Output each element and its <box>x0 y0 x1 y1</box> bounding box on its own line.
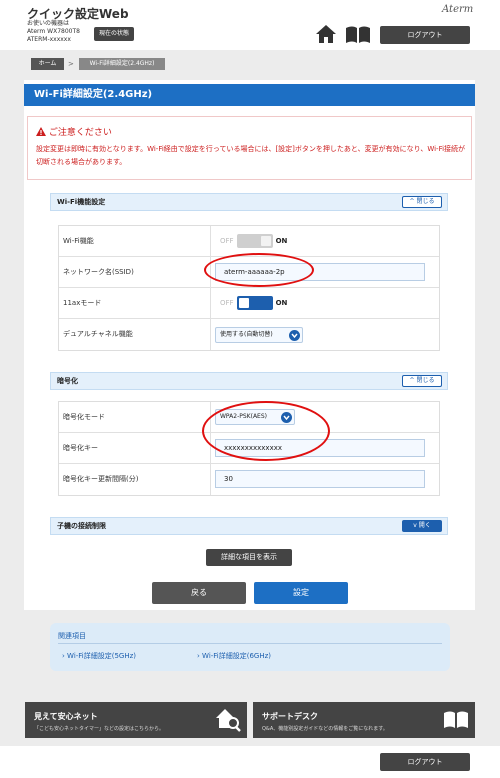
dual-channel-select[interactable]: 使用する(自動切替) <box>215 327 303 343</box>
banner-safe-net[interactable]: 見えて安心ネット 「こども安心ネットタイマー」などの設定はこちらから。 <box>25 702 247 738</box>
chevron-up-icon: ^ <box>409 377 415 384</box>
logout-button-footer[interactable]: ログアウト <box>380 753 470 771</box>
breadcrumb-current: Wi-Fi詳細設定(2.4GHz) <box>79 58 165 70</box>
row-divider <box>210 288 211 319</box>
section-child-header: 子機の接続制限 <box>50 517 448 535</box>
ax-mode-label: 11axモード <box>63 299 102 307</box>
notice-text: 設定変更は即時に有効となります。Wi-Fi経由で設定を行っている場合には、[設定… <box>36 145 466 166</box>
banner-support-title: サポートデスク <box>262 712 318 721</box>
row-divider <box>210 226 211 257</box>
device-info-line: お使いの機器は <box>27 20 70 27</box>
chevron-down-icon: v <box>413 522 417 529</box>
chevron-down-icon <box>289 330 300 341</box>
table-row: デュアルチャネル機能 使用する(自動切替) <box>59 319 439 350</box>
toggle-on-label: ON <box>275 237 288 245</box>
banner-safe-net-sub: 「こども安心ネットタイマー」などの設定はこちらから。 <box>34 726 165 732</box>
section-wifi-collapse-button[interactable]: ^ 閉じる <box>402 196 442 208</box>
chevron-right-icon: › <box>62 652 65 660</box>
dual-channel-label: デュアルチャネル機能 <box>63 330 133 338</box>
chevron-right-icon: › <box>197 652 200 660</box>
related-title: 関連項目 <box>58 632 86 640</box>
device-info: お使いの機器は Aterm WX7800T8 ATERM-xxxxxx <box>27 20 80 44</box>
chevron-up-icon: ^ <box>409 198 415 205</box>
banner-support-desk[interactable]: サポートデスク Q&A、機能別設定ガイドなどの情報をご覧になれます。 <box>253 702 475 738</box>
show-details-button[interactable]: 詳細な項目を表示 <box>206 549 292 566</box>
wifi-function-label: Wi-Fi機能 <box>63 237 94 245</box>
notice-title-text: ご注意ください <box>48 128 112 138</box>
home-search-icon <box>215 708 241 734</box>
toggle-track <box>236 234 273 248</box>
crypto-key-label: 暗号化キー <box>63 444 98 452</box>
crypto-mode-label: 暗号化モード <box>63 413 105 421</box>
row-divider <box>210 464 211 495</box>
logout-button[interactable]: ログアウト <box>380 26 470 44</box>
section-wifi-title: Wi-Fi機能設定 <box>57 198 106 206</box>
key-interval-label: 暗号化キー更新間隔(分) <box>63 475 139 483</box>
breadcrumb-home[interactable]: ホーム <box>31 58 64 70</box>
ssid-label: ネットワーク名(SSID) <box>63 268 134 276</box>
section-child-expand-button[interactable]: v 開く <box>402 520 442 532</box>
breadcrumb-separator: > <box>68 60 74 68</box>
key-interval-input[interactable]: 30 <box>215 470 425 488</box>
warning-icon <box>36 127 46 139</box>
related-link-6ghz[interactable]: › Wi-Fi詳細設定(6GHz) <box>197 651 271 661</box>
device-model: Aterm WX7800T8 <box>27 28 80 35</box>
brand-logo: Aterm <box>442 4 474 15</box>
set-button[interactable]: 設定 <box>254 582 348 604</box>
related-link-6ghz-label: Wi-Fi詳細設定(6GHz) <box>202 652 272 660</box>
table-row: 11axモード OFF ON <box>59 288 439 319</box>
expand-label: 開く <box>418 522 431 529</box>
highlight-ring-crypto <box>202 401 330 461</box>
related-link-5ghz[interactable]: › Wi-Fi詳細設定(5GHz) <box>62 651 136 661</box>
home-icon[interactable] <box>315 24 337 44</box>
dual-channel-value: 使用する(自動切替) <box>220 331 273 338</box>
toggle-track <box>236 296 273 310</box>
section-crypto-title: 暗号化 <box>57 377 78 385</box>
status-button[interactable]: 現在の状態 <box>94 27 134 41</box>
banner-support-sub: Q&A、機能別設定ガイドなどの情報をご覧になれます。 <box>262 726 388 732</box>
collapse-label: 閉じる <box>416 377 435 384</box>
related-link-5ghz-label: Wi-Fi詳細設定(5GHz) <box>67 652 137 660</box>
collapse-label: 閉じる <box>416 198 435 205</box>
device-name: ATERM-xxxxxx <box>27 36 71 43</box>
banner-safe-net-title: 見えて安心ネット <box>34 712 98 721</box>
ax-mode-toggle[interactable]: OFF ON <box>220 296 287 310</box>
toggle-off-label: OFF <box>220 299 234 307</box>
section-crypto-header: 暗号化 <box>50 372 448 390</box>
wifi-function-toggle[interactable]: OFF ON <box>220 234 287 248</box>
highlight-ring-ssid <box>204 253 314 287</box>
table-row: 暗号化キー更新間隔(分) 30 <box>59 464 439 495</box>
section-child-title: 子機の接続制限 <box>57 522 106 530</box>
toggle-on-label: ON <box>275 299 288 307</box>
toggle-off-label: OFF <box>220 237 234 245</box>
notice-title: ご注意ください <box>36 125 112 139</box>
section-crypto-collapse-button[interactable]: ^ 閉じる <box>402 375 442 387</box>
related-box <box>50 623 450 671</box>
section-wifi-header: Wi-Fi機能設定 <box>50 193 448 211</box>
row-divider <box>210 319 211 350</box>
related-divider <box>58 643 442 644</box>
back-button[interactable]: 戻る <box>152 582 246 604</box>
page-title: Wi-Fi詳細設定(2.4GHz) <box>24 84 475 106</box>
wifi-settings-table: Wi-Fi機能 OFF ON ネットワーク名(SSID) aterm-aaaaaa… <box>58 225 440 351</box>
book-icon <box>443 711 469 731</box>
book-icon[interactable] <box>345 26 371 44</box>
